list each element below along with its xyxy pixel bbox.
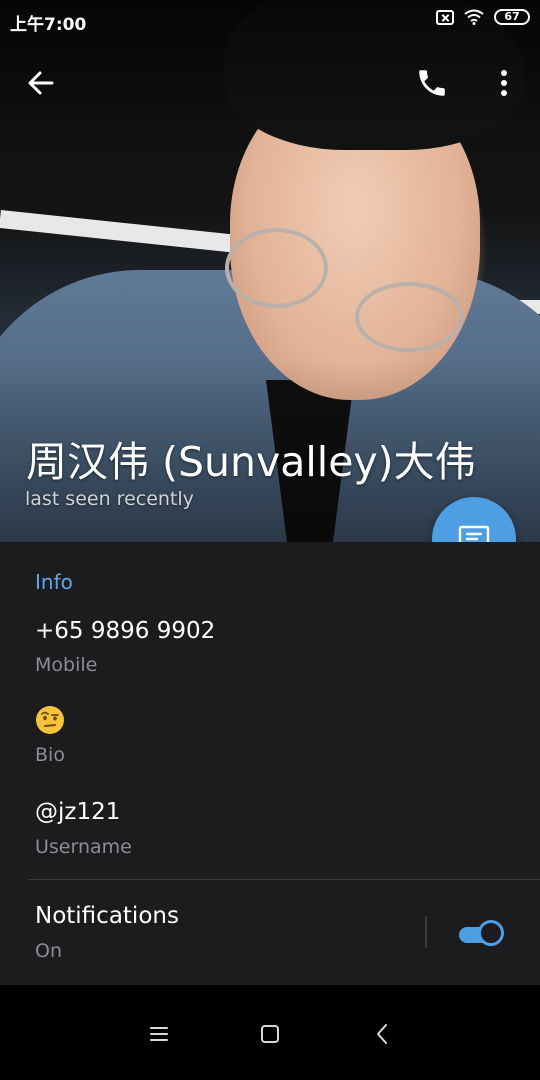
status-icons: 67: [436, 9, 530, 25]
no-sim-icon: [436, 9, 454, 25]
bio-label: Bio: [35, 744, 65, 766]
section-divider: [28, 879, 540, 880]
toggle-thumb: [478, 920, 504, 946]
username-label: Username: [35, 836, 132, 858]
status-time: 上午7:00: [10, 15, 87, 35]
phone-number[interactable]: +65 9896 9902: [35, 618, 215, 644]
notifications-toggle[interactable]: [457, 918, 509, 950]
phone-call-icon[interactable]: [415, 66, 449, 100]
notifications-state: On: [35, 940, 62, 962]
battery-indicator: 67: [494, 9, 530, 25]
info-heading: Info: [35, 570, 73, 594]
raised-eyebrow-emoji-icon: [36, 706, 64, 734]
wifi-icon: [464, 9, 484, 25]
toggle-divider: [425, 916, 427, 948]
system-navigation-bar: [0, 985, 540, 1080]
home-nav-icon[interactable]: [255, 1019, 285, 1049]
last-seen-status: last seen recently: [25, 488, 194, 510]
menu-nav-icon[interactable]: [144, 1019, 174, 1049]
photo-bed-rail: [0, 210, 260, 256]
username-value[interactable]: @jz121: [35, 799, 120, 825]
profile-name: 周汉伟 (Sunvalley)大伟: [26, 438, 476, 486]
profile-header[interactable]: 上午7:00 67 周汉伟 (Sunvalley)大伟 last seen re…: [0, 0, 540, 542]
phone-label: Mobile: [35, 654, 98, 676]
back-nav-icon[interactable]: [368, 1019, 398, 1049]
more-options-icon[interactable]: [490, 68, 518, 98]
info-section: Info +65 9896 9902 Mobile Bio @jz121 Use…: [0, 542, 540, 985]
photo-glasses-right: [355, 282, 463, 352]
back-arrow-icon[interactable]: [26, 68, 56, 98]
photo-glasses-left: [225, 228, 328, 308]
notifications-title: Notifications: [35, 903, 179, 929]
